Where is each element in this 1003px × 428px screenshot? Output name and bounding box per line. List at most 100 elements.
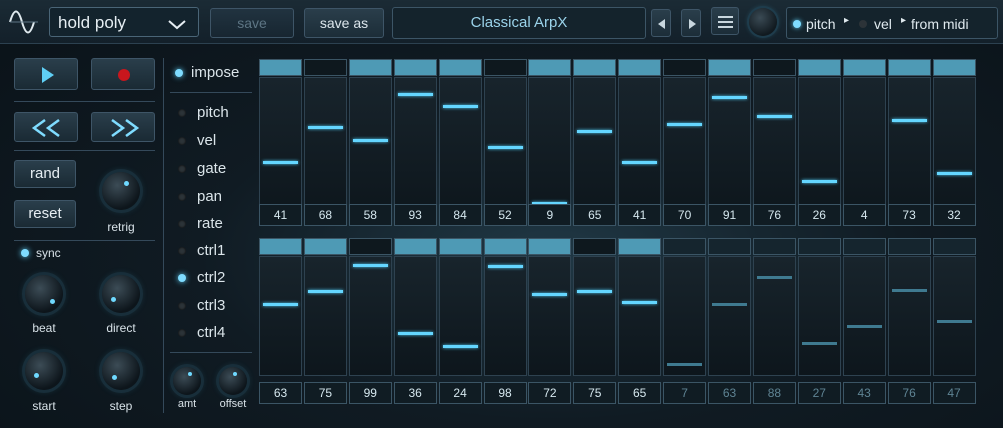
top-value-bar-2[interactable] [303,77,347,219]
save-as-button[interactable]: save as [304,8,384,38]
bottom-gate-5[interactable] [438,238,482,255]
offset-knob[interactable] [219,367,247,395]
top-value-bar-11[interactable] [708,77,751,219]
top-step-4[interactable]: 93 [393,59,437,226]
top-step-5[interactable]: 84 [438,59,482,226]
top-value-bar-10[interactable] [663,77,707,219]
top-step-12[interactable]: 76 [752,59,796,226]
top-gate-6[interactable] [483,59,527,76]
bottom-step-1[interactable]: 63 [259,238,302,404]
top-step-14[interactable]: 4 [842,59,886,226]
top-step-1[interactable]: 41 [259,59,302,226]
save-button[interactable]: save [210,8,294,38]
play-button[interactable] [14,58,78,90]
bottom-value-bar-13[interactable] [797,256,841,376]
bottom-value-bar-14[interactable] [842,256,886,376]
bottom-step-4[interactable]: 36 [393,238,437,404]
step-knob[interactable] [102,352,140,390]
bottom-gate-1[interactable] [259,238,302,255]
top-gate-4[interactable] [393,59,437,76]
top-step-6[interactable]: 52 [483,59,527,226]
top-step-11[interactable]: 91 [708,59,751,226]
master-knob[interactable] [749,8,777,36]
bottom-step-13[interactable]: 27 [797,238,841,404]
bottom-value-bar-10[interactable] [663,256,707,376]
option-led-vel[interactable] [178,137,186,145]
bottom-value-bar-4[interactable] [393,256,437,376]
bottom-step-7[interactable]: 72 [528,238,572,404]
top-step-9[interactable]: 41 [618,59,662,226]
routing-display[interactable]: pitch ▸ vel ▸ from midi [786,7,998,39]
option-led-pitch[interactable] [178,109,186,117]
bottom-step-12[interactable]: 88 [752,238,796,404]
bottom-gate-8[interactable] [573,238,617,255]
bottom-step-11[interactable]: 63 [708,238,751,404]
top-value-bar-7[interactable] [528,77,572,219]
bottom-gate-6[interactable] [483,238,527,255]
top-value-bar-6[interactable] [483,77,527,219]
top-step-13[interactable]: 26 [797,59,841,226]
bottom-value-bar-6[interactable] [483,256,527,376]
bottom-gate-15[interactable] [887,238,931,255]
bottom-value-bar-2[interactable] [303,256,347,376]
patch-name-display[interactable]: Classical ArpX [392,7,646,39]
option-led-pan[interactable] [178,193,186,201]
top-value-bar-14[interactable] [842,77,886,219]
bottom-step-3[interactable]: 99 [348,238,392,404]
bottom-gate-7[interactable] [528,238,572,255]
top-value-bar-8[interactable] [573,77,617,219]
bottom-gate-2[interactable] [303,238,347,255]
top-step-3[interactable]: 58 [348,59,392,226]
option-led-ctrl2[interactable] [178,274,186,282]
top-step-10[interactable]: 70 [663,59,707,226]
top-gate-13[interactable] [797,59,841,76]
top-gate-15[interactable] [887,59,931,76]
top-value-bar-1[interactable] [259,77,302,219]
bottom-value-bar-3[interactable] [348,256,392,376]
bottom-value-bar-11[interactable] [708,256,751,376]
bottom-value-bar-9[interactable] [618,256,662,376]
prev-preset-button[interactable] [651,9,671,37]
bottom-value-bar-5[interactable] [438,256,482,376]
bottom-gate-9[interactable] [618,238,662,255]
bottom-gate-12[interactable] [752,238,796,255]
bottom-step-14[interactable]: 43 [842,238,886,404]
bottom-step-8[interactable]: 75 [573,238,617,404]
rand-button[interactable]: rand [14,160,76,188]
next-preset-button[interactable] [681,9,701,37]
top-gate-1[interactable] [259,59,302,76]
top-gate-8[interactable] [573,59,617,76]
option-led-ctrl4[interactable] [178,329,186,337]
bottom-value-bar-1[interactable] [259,256,302,376]
top-value-bar-3[interactable] [348,77,392,219]
bottom-step-6[interactable]: 98 [483,238,527,404]
top-gate-3[interactable] [348,59,392,76]
bottom-gate-13[interactable] [797,238,841,255]
top-step-2[interactable]: 68 [303,59,347,226]
top-step-8[interactable]: 65 [573,59,617,226]
bottom-value-bar-16[interactable] [932,256,976,376]
bottom-gate-14[interactable] [842,238,886,255]
top-gate-12[interactable] [752,59,796,76]
top-value-bar-16[interactable] [932,77,976,219]
top-step-7[interactable]: 9 [528,59,572,226]
menu-button[interactable] [711,7,739,35]
top-gate-7[interactable] [528,59,572,76]
bottom-gate-4[interactable] [393,238,437,255]
top-gate-10[interactable] [663,59,707,76]
bottom-step-10[interactable]: 7 [663,238,707,404]
top-gate-2[interactable] [303,59,347,76]
start-knob[interactable] [25,352,63,390]
top-value-bar-15[interactable] [887,77,931,219]
top-gate-11[interactable] [708,59,751,76]
rewind-button[interactable] [14,112,78,142]
top-value-bar-13[interactable] [797,77,841,219]
top-step-16[interactable]: 32 [932,59,976,226]
bottom-value-bar-15[interactable] [887,256,931,376]
option-led-rate[interactable] [178,220,186,228]
bottom-gate-11[interactable] [708,238,751,255]
bottom-gate-10[interactable] [663,238,707,255]
top-value-bar-12[interactable] [752,77,796,219]
amt-knob[interactable] [173,367,201,395]
record-button[interactable] [91,58,155,90]
